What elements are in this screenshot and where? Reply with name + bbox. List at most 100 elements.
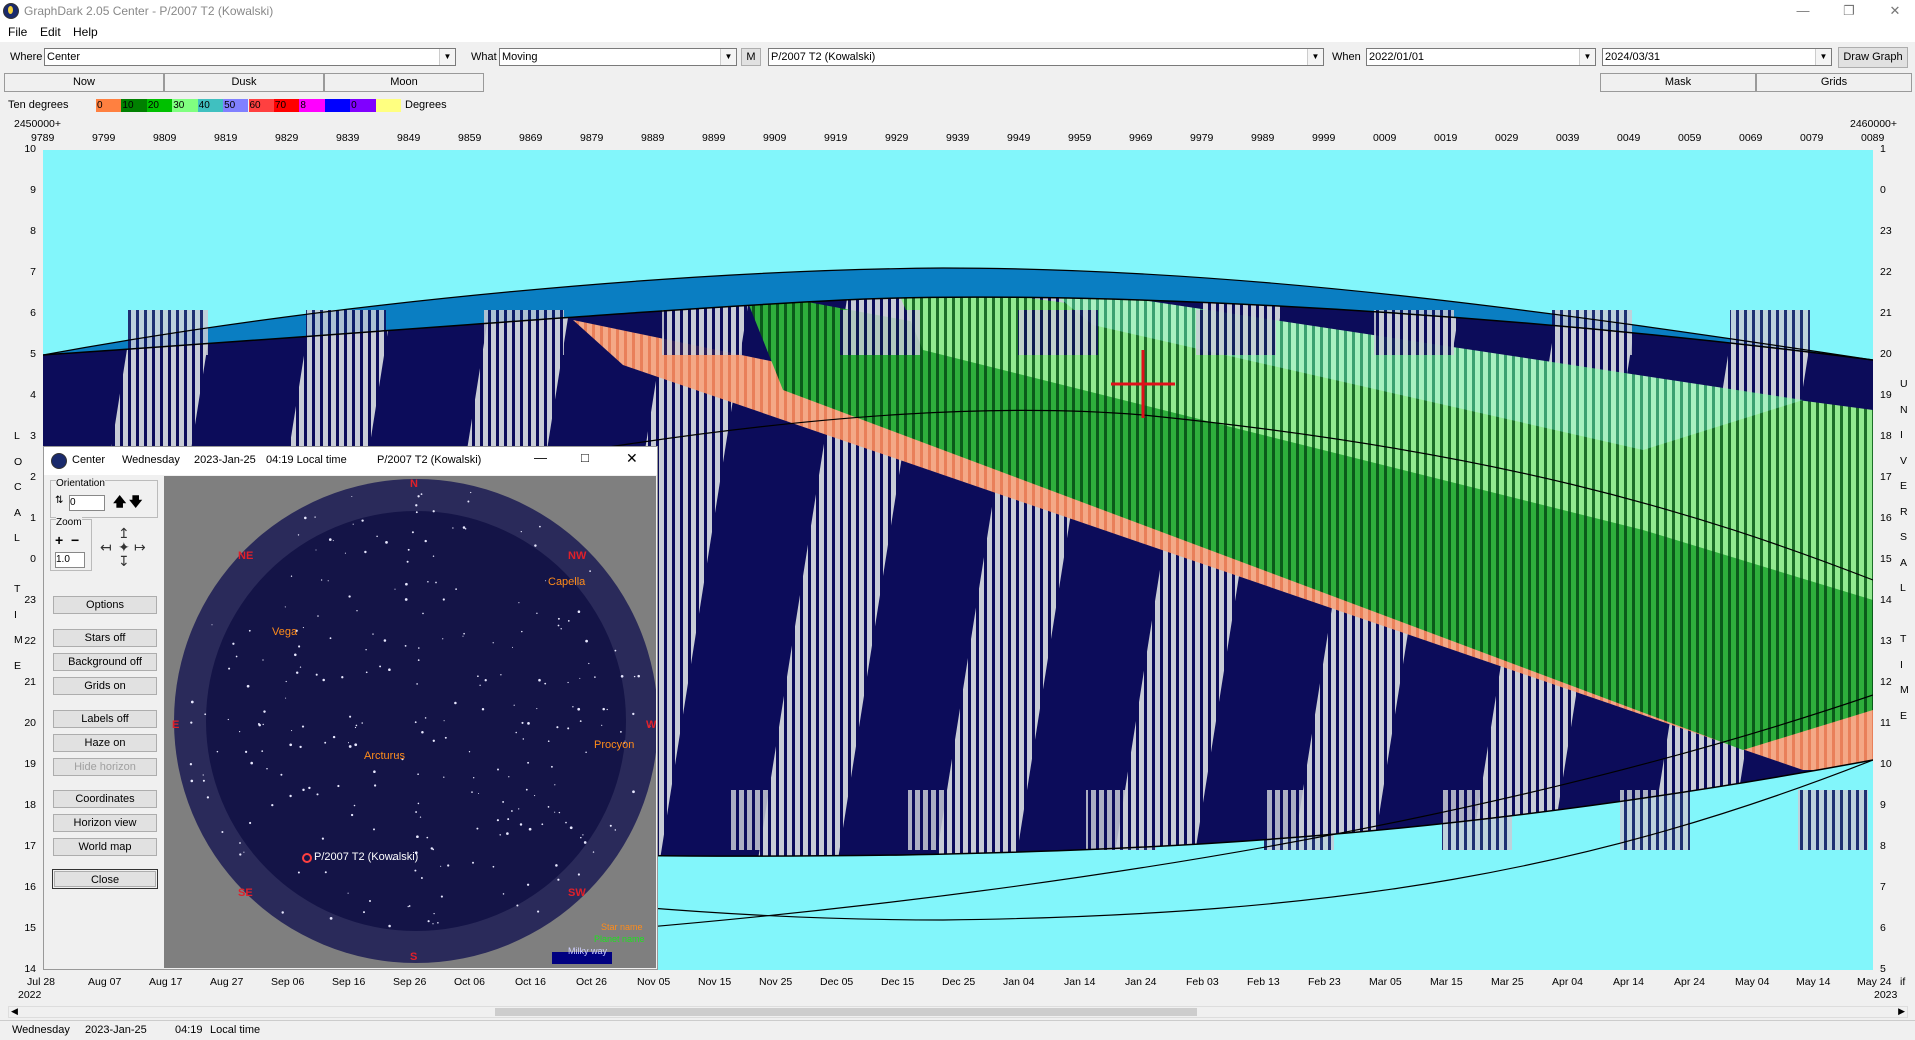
minimize-icon[interactable]: — bbox=[534, 450, 547, 465]
top-axis-tick: 0059 bbox=[1678, 132, 1702, 144]
star-dot bbox=[262, 659, 264, 661]
star-dot bbox=[373, 784, 377, 787]
start-date-select[interactable]: 2022/01/01 ▼ bbox=[1366, 48, 1596, 66]
grids-on-button[interactable]: Grids on bbox=[52, 676, 158, 696]
where-select[interactable]: Center ▼ bbox=[44, 48, 456, 66]
star-dot bbox=[297, 871, 300, 874]
star-dot bbox=[589, 570, 591, 572]
star-dot bbox=[327, 580, 329, 582]
top-axis-tick: 0009 bbox=[1373, 132, 1397, 144]
now-button[interactable]: Now bbox=[4, 73, 164, 92]
mask-button[interactable]: Mask bbox=[1600, 73, 1756, 92]
stars-off-button[interactable]: Stars off bbox=[52, 628, 158, 648]
object-select[interactable]: P/2007 T2 (Kowalski) ▼ bbox=[768, 48, 1324, 66]
left-axis-title-letter: O bbox=[14, 455, 23, 468]
close-icon[interactable]: ✕ bbox=[1872, 0, 1915, 22]
moon-twilight-patch bbox=[730, 790, 800, 850]
star-dot bbox=[408, 905, 411, 907]
star-dot bbox=[537, 910, 540, 913]
end-date-select[interactable]: 2024/03/31 ▼ bbox=[1602, 48, 1832, 66]
moon-twilight-patch bbox=[1196, 310, 1276, 355]
labels-off-button[interactable]: Labels off bbox=[52, 709, 158, 729]
horizontal-scrollbar[interactable]: ◀ ▶ bbox=[8, 1006, 1908, 1018]
sky-map[interactable]: N NE NW E W SE SW S Capella Vega Arcturu… bbox=[164, 476, 656, 968]
star-vega: Vega bbox=[272, 626, 298, 638]
chevron-down-icon: ▼ bbox=[1579, 49, 1595, 65]
star-dot bbox=[470, 491, 472, 494]
star-dot bbox=[515, 731, 517, 734]
bottom-axis-tick: Dec 15 bbox=[881, 976, 915, 988]
star-dot bbox=[418, 647, 420, 649]
star-dot bbox=[314, 516, 316, 518]
star-dot bbox=[557, 617, 560, 620]
orient-down-icon[interactable]: 🡇 bbox=[129, 493, 142, 515]
right-axis-title-letter: U bbox=[1900, 378, 1908, 390]
sky-view-titlebar: Center Wednesday 2023-Jan-25 04:19 Local… bbox=[44, 447, 657, 475]
star-dot bbox=[285, 697, 287, 699]
star-dot bbox=[372, 633, 374, 635]
scroll-right-icon[interactable]: ▶ bbox=[1898, 1006, 1905, 1017]
right-axis-tick: 9 bbox=[1880, 799, 1886, 811]
star-dot bbox=[577, 610, 581, 613]
key-star-name: Star name bbox=[601, 922, 643, 932]
right-axis-tick: 8 bbox=[1880, 840, 1886, 852]
background-off-button[interactable]: Background off bbox=[52, 652, 158, 672]
zoom-field[interactable]: 1.0 bbox=[55, 552, 85, 568]
restore-icon[interactable]: ❐ bbox=[1826, 0, 1872, 22]
horizon-view-button[interactable]: Horizon view bbox=[52, 813, 158, 833]
star-dot bbox=[373, 828, 375, 831]
orientation-field[interactable]: 0 bbox=[69, 495, 105, 511]
star-dot bbox=[534, 544, 537, 547]
what-select[interactable]: Moving ▼ bbox=[499, 48, 737, 66]
dusk-button[interactable]: Dusk bbox=[164, 73, 324, 92]
star-dot bbox=[421, 730, 424, 734]
scroll-thumb[interactable] bbox=[495, 1008, 1197, 1016]
star-dot bbox=[297, 534, 300, 536]
orient-up-icon[interactable]: 🡅 bbox=[113, 493, 126, 515]
left-axis-tick: 22 bbox=[24, 635, 36, 647]
haze-on-button[interactable]: Haze on bbox=[52, 733, 158, 753]
options-button[interactable]: Options bbox=[52, 595, 158, 615]
bottom-axis-tick: Feb 13 bbox=[1247, 976, 1280, 988]
star-dot bbox=[444, 736, 447, 739]
star-dot bbox=[328, 538, 332, 541]
star-dot bbox=[471, 791, 473, 793]
star-dot bbox=[609, 824, 612, 827]
top-axis-tick: 9899 bbox=[702, 132, 726, 144]
star-dot bbox=[594, 676, 596, 678]
scroll-left-icon[interactable]: ◀ bbox=[11, 1006, 18, 1017]
zoom-out-icon[interactable]: − bbox=[71, 532, 79, 548]
draw-graph-button[interactable]: Draw Graph bbox=[1838, 47, 1908, 68]
close-button[interactable]: Close bbox=[52, 869, 158, 889]
left-axis-tick: 14 bbox=[24, 963, 36, 975]
star-dot bbox=[324, 741, 327, 744]
pan-arrows-icon[interactable]: ↥ ↤ ✦ ↦ ↧ bbox=[100, 525, 150, 577]
coordinates-button[interactable]: Coordinates bbox=[52, 789, 158, 809]
menu-bar: File Edit Help bbox=[0, 22, 1915, 42]
bottom-axis-tick: May 04 bbox=[1735, 976, 1770, 988]
star-dot bbox=[315, 549, 317, 551]
moon-button[interactable]: Moon bbox=[324, 73, 484, 92]
menu-file[interactable]: File bbox=[8, 25, 27, 39]
world-map-button[interactable]: World map bbox=[52, 837, 158, 857]
moon-twilight-patch bbox=[306, 310, 386, 355]
menu-help[interactable]: Help bbox=[73, 25, 98, 39]
star-dot bbox=[577, 707, 581, 711]
chevron-down-icon: ▼ bbox=[439, 49, 455, 65]
minimize-icon[interactable]: — bbox=[1780, 0, 1826, 22]
left-axis-tick: 17 bbox=[24, 840, 36, 852]
zoom-in-icon[interactable]: + bbox=[55, 532, 63, 548]
top-axis-tick: 9969 bbox=[1129, 132, 1153, 144]
menu-edit[interactable]: Edit bbox=[40, 25, 61, 39]
bottom-axis-tick: Dec 25 bbox=[942, 976, 976, 988]
star-dot bbox=[442, 598, 445, 601]
grids-button[interactable]: Grids bbox=[1756, 73, 1912, 92]
m-button[interactable]: M bbox=[741, 48, 761, 66]
restore-icon[interactable]: □ bbox=[581, 450, 589, 465]
rotate-icon[interactable]: ⇅ bbox=[55, 495, 63, 506]
close-icon[interactable]: ✕ bbox=[626, 450, 638, 467]
star-dot bbox=[308, 786, 311, 790]
star-dot bbox=[361, 722, 363, 724]
star-dot bbox=[506, 832, 509, 835]
bottom-axis-tick: Mar 15 bbox=[1430, 976, 1463, 988]
